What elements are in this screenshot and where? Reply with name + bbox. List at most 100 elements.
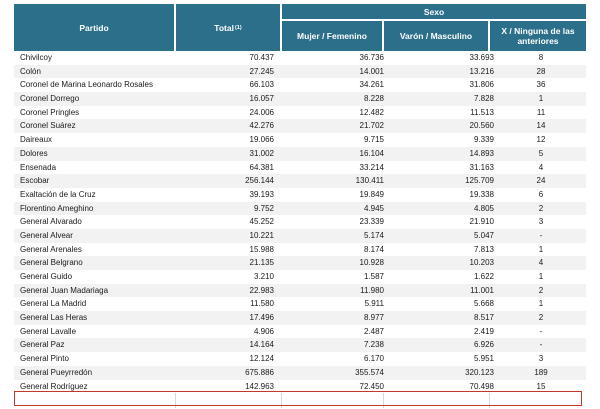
masculino-cell: 5.668 (473, 299, 494, 309)
total-cell: 15.988 (249, 244, 274, 254)
femenino-cell: 10.928 (359, 258, 384, 268)
femenino-cell: 21.702 (359, 121, 384, 131)
table-row: General Belgrano 21.135 10.928 10.203 4 (14, 256, 586, 270)
masculino-cell: 21.910 (469, 217, 494, 227)
ninguna-cell: 3 (538, 354, 544, 364)
masculino-cell: 4.805 (473, 203, 494, 213)
header-total: Total (1) (176, 4, 280, 51)
table-row: Coronel Dorrego 16.057 8.228 7.828 1 (14, 92, 586, 106)
masculino-cell: 5.951 (473, 354, 494, 364)
masculino-cell: 70.498 (469, 381, 494, 391)
total-cell: 22.983 (249, 285, 274, 295)
masculino-cell: 20.560 (469, 121, 494, 131)
femenino-cell: 8.228 (363, 94, 384, 104)
total-cell: 14.164 (249, 340, 274, 350)
partido-cell: Coronel Suárez (20, 121, 76, 131)
total-cell: 142.963 (245, 381, 274, 391)
table-row: Exaltación de la Cruz 39.193 19.849 19.338 6 (14, 187, 586, 202)
masculino-cell: 7.828 (473, 94, 494, 104)
femenino-cell: 34.261 (359, 80, 384, 90)
table-row: General La Madrid 11.580 5.911 5.668 1 (14, 297, 586, 312)
femenino-cell: 2.487 (363, 326, 384, 336)
table-row: Escobar 256.144 130.411 125.709 24 (14, 174, 586, 188)
ninguna-cell: 1 (538, 244, 544, 254)
table-row: General Rodríguez 142.963 72.450 70.498 15 (14, 379, 586, 394)
total-cell: 16.057 (249, 94, 274, 104)
femenino-cell: 5.174 (363, 230, 384, 240)
ninguna-cell: 1 (538, 272, 544, 281)
header-masculino-label: Varón / Masculino (399, 31, 473, 41)
ninguna-cell: 8 (538, 53, 544, 62)
ninguna-cell: 24 (536, 176, 546, 186)
ninguna-cell: 4 (538, 258, 544, 268)
header-sexo-label: Sexo (423, 6, 445, 17)
total-cell: 11.580 (250, 299, 274, 309)
ninguna-cell: 1 (538, 94, 544, 104)
femenino-cell: 8.977 (363, 313, 384, 323)
femenino-cell: 6.170 (363, 354, 384, 364)
partido-cell: Chivilcoy (20, 53, 53, 62)
masculino-cell: 5.047 (473, 230, 494, 240)
table-row: Daireaux 19.066 9.715 9.339 12 (14, 133, 586, 147)
partido-cell: General Alvarado (20, 217, 82, 227)
femenino-cell: 36.736 (359, 53, 384, 62)
total-cell: 4.906 (253, 326, 274, 336)
table-row: Florentino Ameghino 9.752 4.945 4.805 2 (14, 201, 586, 216)
ninguna-cell: 12 (536, 135, 546, 145)
partido-cell: General Paz (20, 340, 65, 350)
partido-cell: General Rodríguez (20, 381, 88, 391)
header-ninguna: X / Ninguna de las anteriores (490, 21, 586, 51)
table-row: General Guido 3.210 1.587 1.622 1 (14, 270, 586, 284)
header-sexo: Sexo (282, 4, 586, 19)
ninguna-cell: 15 (536, 381, 546, 391)
femenino-cell: 8.174 (363, 244, 384, 254)
partido-cell: Dolores (20, 148, 48, 158)
total-cell: 27.245 (249, 66, 274, 76)
table-row: General Paz 14.164 7.238 6.926 - (14, 338, 586, 353)
femenino-cell: 130.411 (355, 176, 384, 186)
partido-cell: Daireaux (20, 135, 53, 145)
ninguna-cell: 1 (538, 299, 544, 309)
partido-cell: General Alvear (20, 230, 73, 240)
partido-cell: Ensenada (20, 162, 57, 172)
header-total-footnote: (1) (234, 24, 242, 31)
partido-cell: General Pueyrredón (20, 367, 93, 377)
table-row: General Alvear 10.221 5.174 5.047 - (14, 228, 586, 243)
table-row: Coronel Suárez 42.276 21.702 20.560 14 (14, 119, 586, 134)
femenino-cell: 1.587 (363, 272, 384, 281)
femenino-cell: 9.715 (363, 135, 384, 145)
table-row: General Juan Madariaga 22.983 11.980 11.001… (14, 283, 586, 298)
total-cell: 19.066 (249, 135, 274, 145)
table-row: General Pueyrredón 675.886 355.574 320.123 1… (14, 365, 586, 380)
femenino-cell: 33.214 (359, 162, 384, 172)
total-cell: 64.381 (249, 162, 274, 172)
masculino-cell: 1.622 (473, 272, 494, 281)
masculino-cell: 11.513 (470, 107, 494, 117)
masculino-cell: 14.893 (469, 148, 494, 158)
table-row: General Las Heras 17.496 8.977 8.517 2 (14, 311, 586, 325)
masculino-cell: 125.709 (465, 176, 494, 186)
ninguna-cell: 2 (538, 285, 544, 295)
masculino-cell: 6.926 (473, 340, 494, 350)
header-femenino-label: Mujer / Femenino (297, 31, 367, 41)
ninguna-cell: 3 (538, 217, 544, 227)
masculino-cell: 33.693 (469, 53, 494, 62)
header-total-label: Total (214, 22, 234, 33)
total-cell: 10.221 (249, 230, 274, 240)
total-cell: 9.752 (253, 203, 274, 213)
total-cell: 675.886 (245, 367, 274, 377)
femenino-cell: 23.339 (359, 217, 384, 227)
table-row: Dolores 31.002 16.104 14.893 5 (14, 146, 586, 161)
partido-cell: General La Madrid (20, 299, 87, 309)
femenino-cell: 7.238 (363, 340, 384, 350)
partido-cell: Escobar (20, 176, 50, 186)
ninguna-cell: - (539, 326, 543, 336)
femenino-cell: 72.450 (359, 381, 384, 391)
partido-cell: Florentino Ameghino (20, 203, 94, 213)
ninguna-cell: - (539, 230, 543, 240)
highlight-box (14, 391, 582, 406)
femenino-cell: 11.980 (360, 285, 384, 295)
table-row: Colón 27.245 14.001 13.216 28 (14, 64, 586, 79)
ninguna-cell: - (539, 340, 543, 350)
masculino-cell: 19.338 (469, 189, 494, 199)
